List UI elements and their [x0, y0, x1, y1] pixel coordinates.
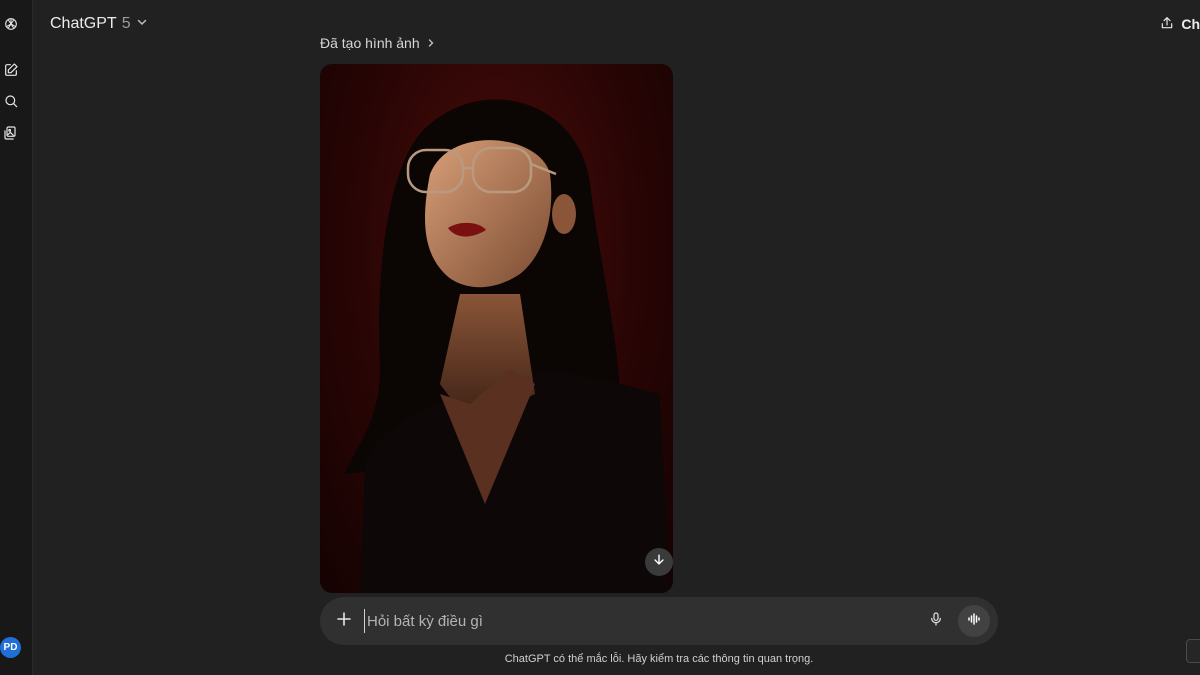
chevron-down-icon	[136, 15, 148, 33]
disclaimer-text: ChatGPT có thể mắc lỗi. Hãy kiểm tra các…	[504, 653, 814, 665]
generation-label-text: Đã tạo hình ảnh	[320, 35, 420, 51]
microphone-icon	[928, 611, 944, 632]
avatar[interactable]: PD	[0, 637, 21, 658]
download-button[interactable]	[645, 548, 673, 576]
voice-waveform-icon	[966, 611, 982, 632]
share-button[interactable]: Ch	[1155, 14, 1200, 34]
arrow-down-icon	[652, 553, 666, 572]
chevron-right-icon	[426, 35, 436, 51]
share-icon	[1159, 15, 1175, 34]
image-generation-label[interactable]: Đã tạo hình ảnh	[320, 34, 436, 52]
plus-icon	[336, 611, 352, 632]
sidebar-rail: PD	[0, 0, 33, 675]
model-version: 5	[121, 15, 131, 32]
search-icon[interactable]	[1, 91, 21, 111]
openai-logo-icon[interactable]	[1, 14, 21, 34]
prompt-input[interactable]	[364, 609, 904, 633]
generated-image[interactable]	[320, 64, 673, 593]
help-button[interactable]	[1186, 639, 1200, 663]
library-icon[interactable]	[1, 123, 21, 143]
model-selector[interactable]: ChatGPT 5	[50, 14, 148, 34]
attach-button[interactable]	[332, 609, 356, 633]
model-name: ChatGPT	[50, 15, 117, 32]
voice-mode-button[interactable]	[958, 605, 990, 637]
composer	[320, 597, 998, 645]
new-chat-icon[interactable]	[1, 60, 21, 80]
portrait-illustration	[345, 99, 670, 593]
share-label: Ch	[1181, 16, 1200, 32]
dictate-button[interactable]	[924, 609, 948, 633]
